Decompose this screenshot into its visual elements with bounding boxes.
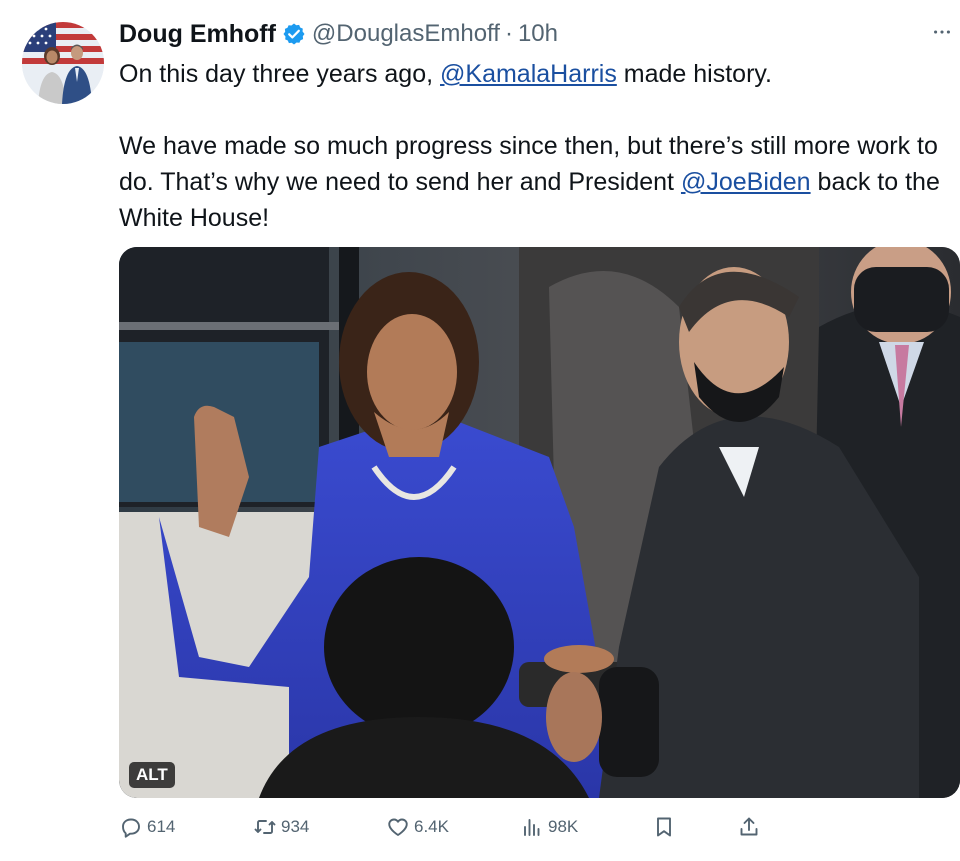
alt-text-badge[interactable]: ALT	[129, 762, 175, 788]
avatar-image	[22, 22, 104, 104]
verified-badge-icon	[283, 23, 305, 45]
timestamp[interactable]: 10h	[518, 20, 558, 48]
reply-icon	[122, 818, 140, 838]
like-count: 6.4K	[414, 817, 449, 836]
author-handle[interactable]: @DouglasEmhoff	[312, 20, 500, 48]
tweet-header: Doug Emhoff @DouglasEmhoff · 10h	[119, 18, 900, 50]
reply-count: 614	[147, 817, 176, 836]
tweet-text: On this day three years ago, @KamalaHarr…	[119, 56, 957, 236]
photo-illustration	[119, 247, 960, 798]
avatar[interactable]	[22, 22, 104, 104]
mention-joebiden[interactable]: @JoeBiden	[681, 168, 811, 196]
repost-count: 934	[281, 817, 310, 836]
share-icon	[740, 817, 758, 836]
tweet-photo[interactable]: ALT	[119, 247, 960, 798]
repost-button[interactable]: 934	[253, 810, 309, 844]
mention-kamalaharris[interactable]: @KamalaHarris	[440, 60, 617, 88]
tweet-paragraph-2: We have made so much progress since then…	[119, 128, 957, 236]
more-icon	[934, 30, 950, 34]
tweet[interactable]: Doug Emhoff @DouglasEmhoff · 10h On this…	[0, 0, 960, 861]
reply-button[interactable]: 614	[119, 810, 175, 844]
bookmark-icon	[657, 817, 671, 837]
like-icon	[388, 818, 408, 836]
tweet-text-segment: made history.	[616, 60, 772, 88]
display-name[interactable]: Doug Emhoff	[119, 20, 276, 49]
share-button[interactable]	[737, 810, 765, 844]
views-icon	[524, 819, 540, 836]
separator-dot: ·	[504, 20, 513, 47]
more-options-button[interactable]	[930, 20, 954, 44]
repost-icon	[254, 820, 276, 834]
action-bar: 614 934 6.4K 98K	[119, 810, 960, 844]
tweet-paragraph-1: On this day three years ago, @KamalaHarr…	[119, 56, 957, 92]
tweet-text-segment: On this day three years ago,	[119, 60, 441, 88]
views-button[interactable]: 98K	[520, 810, 578, 844]
like-button[interactable]: 6.4K	[386, 810, 449, 844]
views-count: 98K	[548, 817, 579, 836]
bookmark-button[interactable]	[652, 810, 680, 844]
